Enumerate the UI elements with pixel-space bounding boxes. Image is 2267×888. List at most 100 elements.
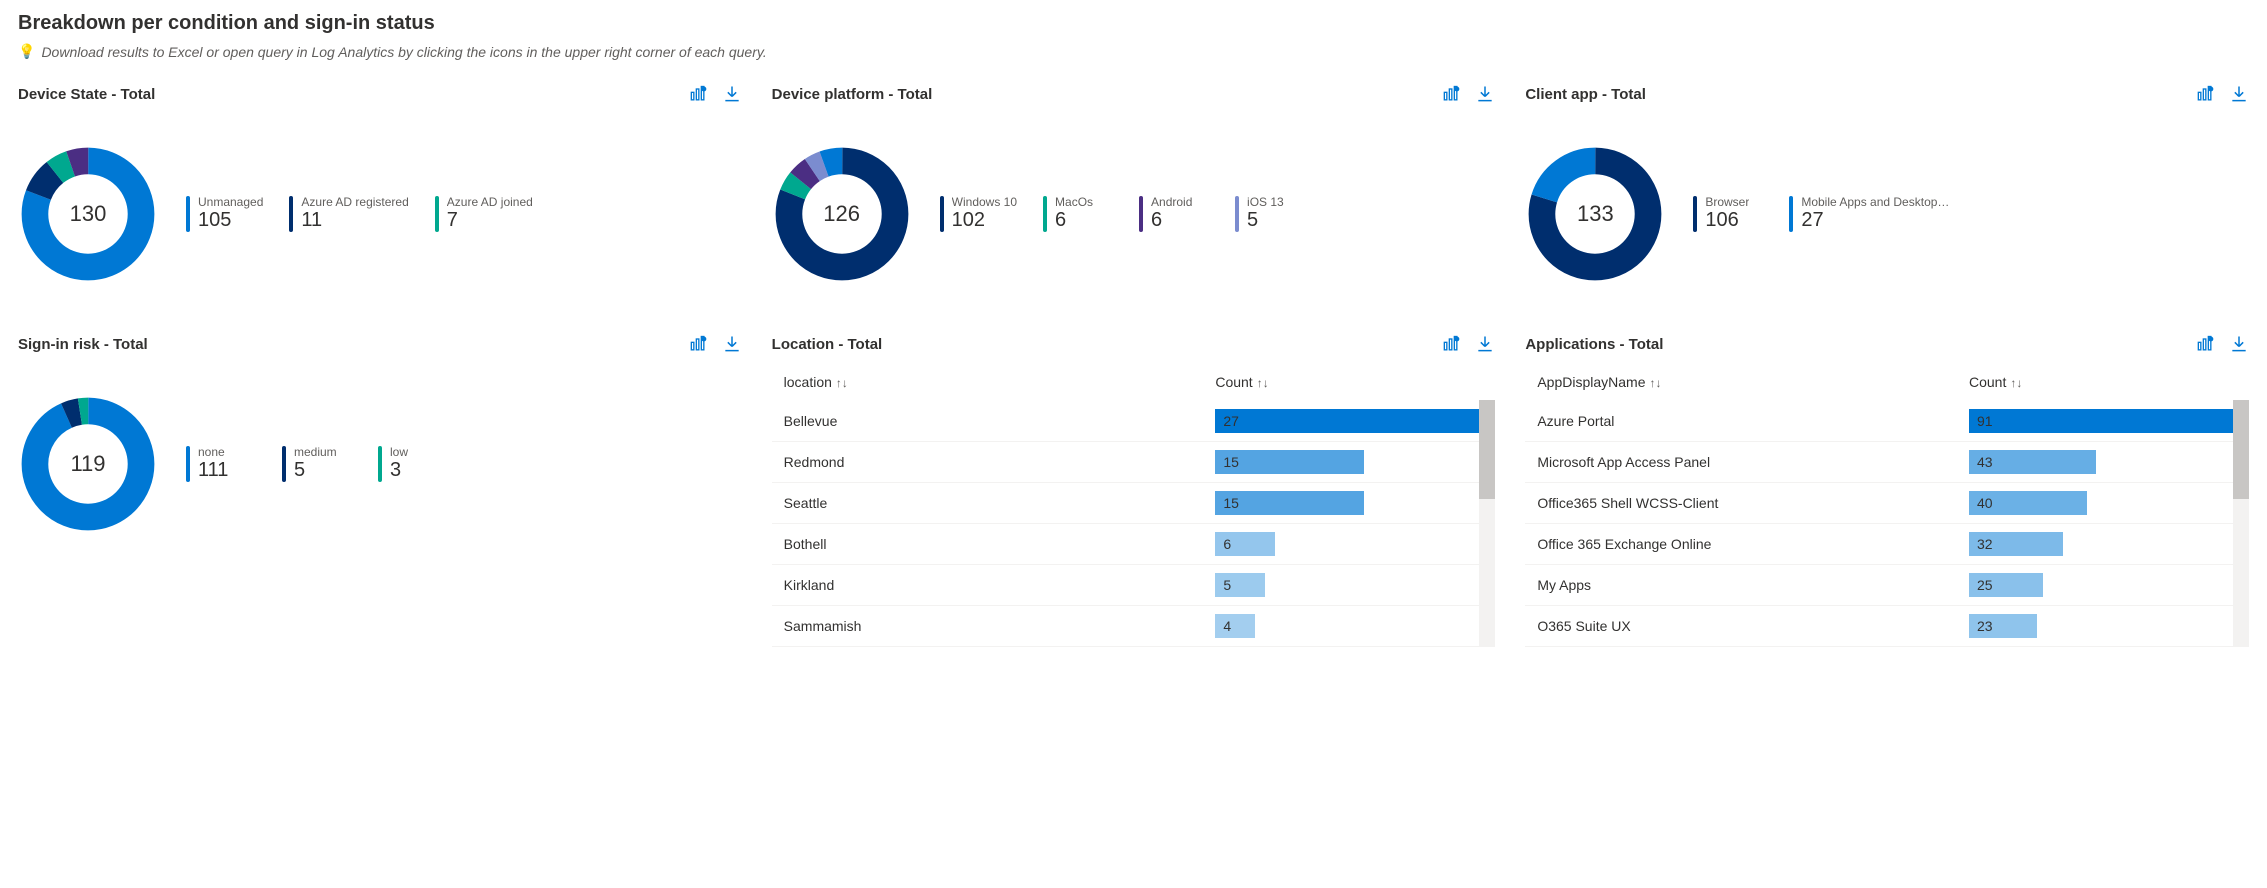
table-row[interactable]: Azure Portal91 xyxy=(1525,401,2249,442)
legend-label: Azure AD joined xyxy=(447,196,533,209)
panel-signin-risk: Sign-in risk - Total 119 none111medium5l… xyxy=(18,334,742,647)
panel-device-state: Device State - Total 130 Unmanaged105Azu… xyxy=(18,84,742,314)
sort-icon[interactable]: ↑↓ xyxy=(836,376,848,390)
legend-color-bar xyxy=(282,446,286,482)
legend-item[interactable]: Windows 10102 xyxy=(940,196,1017,232)
legend-value: 102 xyxy=(952,209,1017,231)
table-row[interactable]: Office365 Shell WCSS-Client40 xyxy=(1525,483,2249,524)
table-row[interactable]: Bellevue27 xyxy=(772,401,1496,442)
location-table: location↑↓ Count↑↓ Bellevue27Redmond15Se… xyxy=(772,364,1496,647)
legend-label: Mobile Apps and Desktop… xyxy=(1801,196,1949,209)
row-count: 40 xyxy=(1969,483,2249,524)
row-count: 32 xyxy=(1969,524,2249,565)
legend-item[interactable]: Unmanaged105 xyxy=(186,196,263,232)
legend-item[interactable]: Android6 xyxy=(1139,196,1209,232)
legend-item[interactable]: MacOs6 xyxy=(1043,196,1113,232)
row-label: O365 Suite UX xyxy=(1525,606,1969,647)
legend-color-bar xyxy=(1693,196,1697,232)
scrollbar[interactable] xyxy=(1479,400,1495,647)
table-row[interactable]: Microsoft App Access Panel43 xyxy=(1525,442,2249,483)
row-count: 15 xyxy=(1215,483,1495,524)
legend-label: Browser xyxy=(1705,196,1749,209)
table-row[interactable]: Bothell6 xyxy=(772,524,1496,565)
row-label: Seattle xyxy=(772,483,1216,524)
legend-value: 3 xyxy=(390,459,408,481)
legend-item[interactable]: low3 xyxy=(378,446,448,482)
panel-location: Location - Total location↑↓ Count↑↓ Bell… xyxy=(772,334,1496,647)
download-icon[interactable] xyxy=(722,84,742,104)
legend: Windows 10102 MacOs6 Android6 iOS 135 xyxy=(940,196,1305,232)
table-row[interactable]: Sammamish4 xyxy=(772,606,1496,647)
row-count: 23 xyxy=(1969,606,2249,647)
legend-label: Unmanaged xyxy=(198,196,263,209)
col-appname[interactable]: AppDisplayName↑↓ xyxy=(1525,364,1969,401)
legend-label: low xyxy=(390,446,408,459)
table-row[interactable]: Kirkland5 xyxy=(772,565,1496,606)
legend-label: medium xyxy=(294,446,337,459)
legend-color-bar xyxy=(1789,196,1793,232)
download-icon[interactable] xyxy=(722,334,742,354)
legend-value: 106 xyxy=(1705,209,1749,231)
legend-color-bar xyxy=(940,196,944,232)
legend-item[interactable]: Browser106 xyxy=(1693,196,1763,232)
sort-icon[interactable]: ↑↓ xyxy=(1650,376,1662,390)
donut-device-state: 130 xyxy=(18,144,158,284)
log-analytics-icon[interactable] xyxy=(688,334,708,354)
legend-value: 5 xyxy=(294,459,337,481)
legend-color-bar xyxy=(435,196,439,232)
panel-title: Applications - Total xyxy=(1525,336,1663,353)
legend-value: 27 xyxy=(1801,209,1949,231)
table-row[interactable]: O365 Suite UX23 xyxy=(1525,606,2249,647)
tip-row: 💡 Download results to Excel or open quer… xyxy=(18,43,2249,60)
legend-color-bar xyxy=(289,196,293,232)
legend: Unmanaged105Azure AD registered11Azure A… xyxy=(186,196,533,232)
sort-icon[interactable]: ↑↓ xyxy=(1257,376,1269,390)
legend-item[interactable]: Azure AD joined7 xyxy=(435,196,533,232)
log-analytics-icon[interactable] xyxy=(2195,334,2215,354)
col-location[interactable]: location↑↓ xyxy=(772,364,1216,401)
row-count: 91 xyxy=(1969,401,2249,442)
legend: none111 medium5 low3 xyxy=(186,446,448,482)
download-icon[interactable] xyxy=(1475,334,1495,354)
applications-table: AppDisplayName↑↓ Count↑↓ Azure Portal91M… xyxy=(1525,364,2249,647)
legend-value: 111 xyxy=(198,459,228,481)
legend-color-bar xyxy=(1043,196,1047,232)
download-icon[interactable] xyxy=(1475,84,1495,104)
row-count: 4 xyxy=(1215,606,1495,647)
legend-item[interactable]: Azure AD registered11 xyxy=(289,196,408,232)
download-icon[interactable] xyxy=(2229,84,2249,104)
log-analytics-icon[interactable] xyxy=(1441,84,1461,104)
legend-label: Azure AD registered xyxy=(301,196,408,209)
col-count[interactable]: Count↑↓ xyxy=(1215,364,1495,401)
legend-label: MacOs xyxy=(1055,196,1093,209)
legend-value: 7 xyxy=(447,209,533,231)
legend-item[interactable]: medium5 xyxy=(282,446,352,482)
legend-item[interactable]: Mobile Apps and Desktop…27 xyxy=(1789,196,1949,232)
legend-label: Android xyxy=(1151,196,1192,209)
legend-item[interactable]: iOS 135 xyxy=(1235,196,1305,232)
col-count[interactable]: Count↑↓ xyxy=(1969,364,2249,401)
scrollbar[interactable] xyxy=(2233,400,2249,647)
row-label: My Apps xyxy=(1525,565,1969,606)
table-row[interactable]: Seattle15 xyxy=(772,483,1496,524)
donut-device-platform: 126 xyxy=(772,144,912,284)
row-count: 15 xyxy=(1215,442,1495,483)
log-analytics-icon[interactable] xyxy=(2195,84,2215,104)
legend-item[interactable]: none111 xyxy=(186,446,256,482)
legend: Browser106 Mobile Apps and Desktop…27 xyxy=(1693,196,1949,232)
row-label: Microsoft App Access Panel xyxy=(1525,442,1969,483)
donut-total: 130 xyxy=(18,144,158,284)
table-row[interactable]: Office 365 Exchange Online32 xyxy=(1525,524,2249,565)
row-count: 5 xyxy=(1215,565,1495,606)
log-analytics-icon[interactable] xyxy=(688,84,708,104)
log-analytics-icon[interactable] xyxy=(1441,334,1461,354)
tip-text: Download results to Excel or open query … xyxy=(41,44,766,60)
row-label: Office365 Shell WCSS-Client xyxy=(1525,483,1969,524)
panel-title: Location - Total xyxy=(772,336,883,353)
download-icon[interactable] xyxy=(2229,334,2249,354)
donut-total: 133 xyxy=(1525,144,1665,284)
table-row[interactable]: My Apps25 xyxy=(1525,565,2249,606)
sort-icon[interactable]: ↑↓ xyxy=(2010,376,2022,390)
table-row[interactable]: Redmond15 xyxy=(772,442,1496,483)
legend-label: iOS 13 xyxy=(1247,196,1284,209)
